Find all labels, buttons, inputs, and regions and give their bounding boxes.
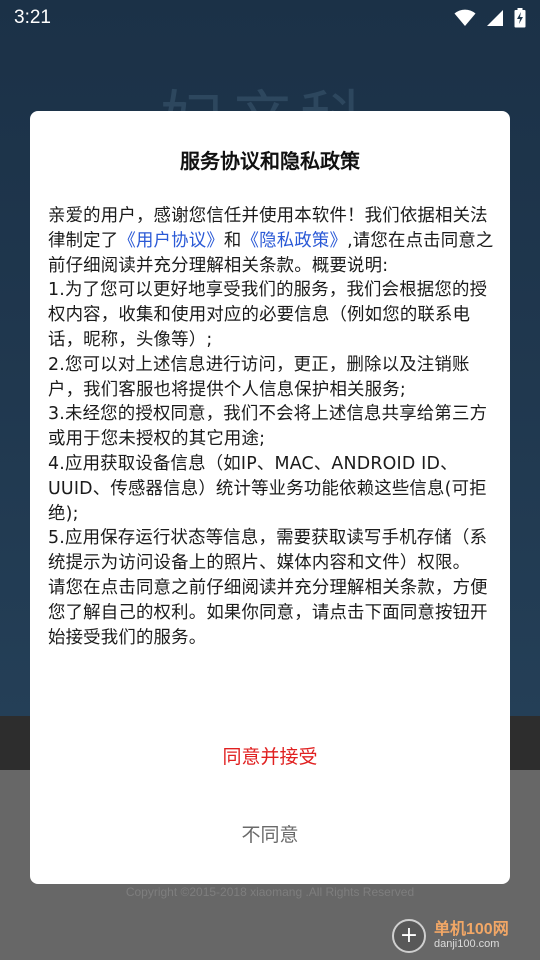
status-time: 3:21 [14,7,51,28]
intro-and-text: 和 [223,230,242,251]
summary-item-3: 3.未经您的授权同意，我们不会将上述信息共享给第三方或用于您未授权的其它用途; [48,404,488,450]
dialog-closing-text: 请您在点击同意之前仔细阅读并充分理解相关条款，方便您了解自己的权利。如果你同意，… [48,577,488,648]
dialog-title: 服务协议和隐私政策 [180,149,360,173]
site-badge-name: 单机100网 [434,920,509,938]
dialog-intro: 亲爱的用户，感谢您信任并使用本软件！我们依据相关法律制定了《用户协议》和《隐私政… [48,204,494,278]
summary-item-2: 2.您可以对上述信息进行访问，更正，删除以及注销账户，我们客服也将提供个人信息保… [48,354,470,400]
summary-item-4: 4.应用获取设备信息（如IP、MAC、ANDROID ID、UUID、传感器信息… [48,453,487,524]
status-icons [454,8,526,28]
summary-item-1: 1.为了您可以更好地享受我们的服务，我们会根据您的授权内容，收集和使用对应的必要… [48,280,488,350]
wifi-icon [454,9,476,27]
accept-button[interactable]: 同意并接受 [30,727,510,783]
user-agreement-link[interactable]: 《用户协议》 [118,231,224,251]
summary-item-5: 5.应用保存运行状态等信息，需要获取读写手机存储（系统提示为访问设备上的照片、媒… [48,528,488,574]
battery-charging-icon [514,8,526,28]
site-badge-domain: danji100.com [434,937,500,950]
site-watermark-badge: + 单机100网 danji100.com [392,918,509,954]
privacy-policy-link[interactable]: 《隐私政策》 [242,231,348,251]
dialog-body: 亲爱的用户，感谢您信任并使用本软件！我们依据相关法律制定了《用户协议》和《隐私政… [48,204,494,650]
copyright-text: Copyright ©2015-2018 xiaomang .All Right… [125,885,415,899]
reject-button[interactable]: 不同意 [30,805,510,861]
plus-circle-icon: + [392,919,426,953]
status-bar: 3:21 [0,0,540,36]
signal-icon [486,9,504,27]
privacy-dialog: 服务协议和隐私政策 亲爱的用户，感谢您信任并使用本软件！我们依据相关法律制定了《… [30,111,510,884]
